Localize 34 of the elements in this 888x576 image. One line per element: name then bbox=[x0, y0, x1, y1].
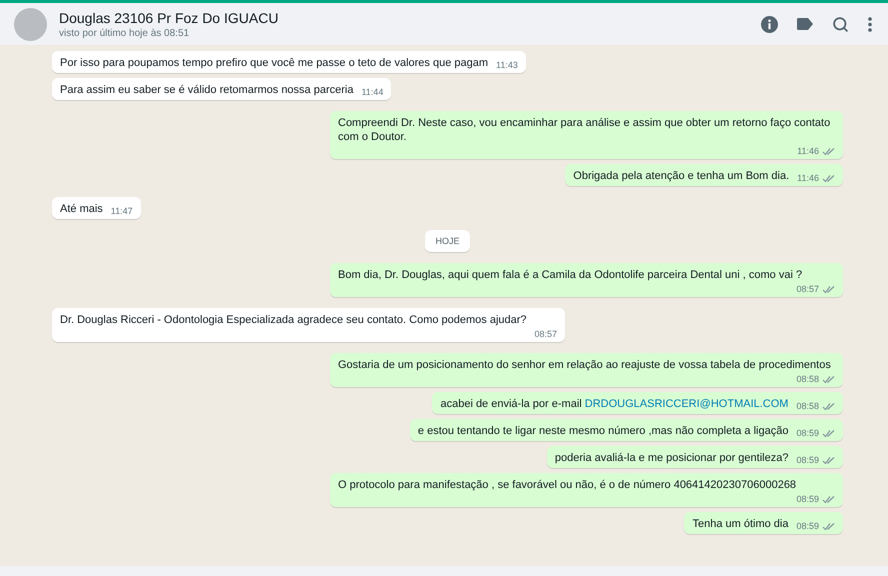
message-text: Gostaria de um posicionamento do senhor em relação ao reajuste de vossa tabela de procedimentos bbox=[338, 358, 831, 372]
message-time: 11:47 bbox=[110, 206, 133, 216]
message-text: Tenha um ótimo dia bbox=[692, 517, 788, 531]
message-time: 08:58 bbox=[796, 374, 819, 384]
label-icon[interactable] bbox=[797, 18, 813, 30]
email-link[interactable]: DRDOUGLASRICCERI@HOTMAIL.COM bbox=[584, 398, 788, 410]
message-time: 11:46 bbox=[797, 173, 819, 183]
message-text: Bom dia, Dr. Douglas, aqui quem fala é a Camila da Odontolife parceira Dental uni , como vai ? bbox=[338, 268, 802, 282]
menu-icon[interactable] bbox=[868, 16, 872, 32]
search-icon[interactable] bbox=[832, 16, 849, 32]
message-text: Até mais bbox=[60, 202, 103, 216]
message-text: Obrigada pela atenção e tenha um Bom dia. bbox=[573, 169, 790, 183]
message-time: 08:59 bbox=[796, 455, 819, 465]
contact-name: Douglas 23106 Pr Foz Do IGUACU bbox=[59, 10, 280, 26]
message-time: 08:59 bbox=[796, 494, 819, 504]
info-icon[interactable] bbox=[761, 16, 778, 32]
message-text: Dr. Douglas Ricceri - Odontologia Especializada agradece seu contato. Como podemos ajudar? bbox=[60, 313, 527, 327]
date-chip: HOJE bbox=[425, 230, 470, 252]
message-text: Para assim eu saber se é válido retomarmos nossa parceria bbox=[60, 83, 354, 97]
message-time: 11:43 bbox=[496, 60, 518, 70]
message-time: 08:59 bbox=[796, 428, 819, 438]
message-text: acabei de enviá-la por e-mail DRDOUGLASRICCERI@HOTMAIL.COM bbox=[440, 397, 788, 411]
message-text: e estou tentando te ligar neste mesmo número ,mas não completa a ligação bbox=[418, 424, 788, 438]
message-text: Por isso para poupamos tempo prefiro que você me passe o teto de valores que pagam bbox=[60, 56, 488, 70]
message-text: Compreendi Dr. Neste caso, vou encaminhar para análise e assim que obter um retorno faço contato com o Doutor. bbox=[338, 116, 832, 144]
last-seen-text: visto por último hoje às 08:51 bbox=[59, 28, 190, 38]
message-text: O protocolo para manifestação , se favorável ou não, é o de número 40641420230706000268 bbox=[338, 478, 796, 492]
message-time: 08:57 bbox=[796, 284, 819, 294]
message-time: 11:44 bbox=[361, 87, 384, 97]
message-text: poderia avaliá-la e me posicionar por gentileza? bbox=[554, 451, 788, 465]
message-time: 08:57 bbox=[534, 329, 557, 339]
message-time: 11:46 bbox=[797, 146, 819, 156]
message-time: 08:59 bbox=[796, 521, 819, 531]
message-time: 08:58 bbox=[796, 401, 819, 411]
